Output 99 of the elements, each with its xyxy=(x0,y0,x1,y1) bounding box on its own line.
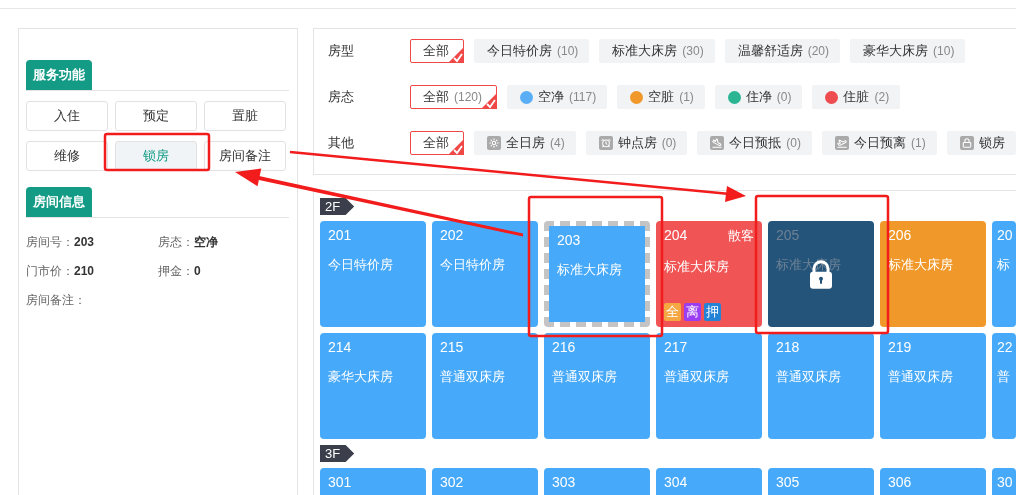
check-icon xyxy=(448,47,464,63)
room-number: 214 xyxy=(328,339,352,355)
room-type: 普通双床房 xyxy=(440,368,506,386)
room-card[interactable]: 302 xyxy=(432,468,538,495)
room-card[interactable]: 22 普 xyxy=(992,333,1016,439)
room-card[interactable]: 201 今日特价房 xyxy=(320,221,426,327)
sun-icon xyxy=(487,136,501,150)
filter-chip[interactable]: 全部 (120) xyxy=(410,85,497,109)
filter-label: 房型 xyxy=(328,42,355,60)
room-card[interactable]: 217 普通双床房 xyxy=(656,333,762,439)
room-number: 303 xyxy=(552,474,576,490)
room-number: 22 xyxy=(997,339,1013,355)
room-number: 216 xyxy=(552,339,576,355)
filter-label: 其他 xyxy=(328,134,355,152)
room-number: 217 xyxy=(664,339,688,355)
room-card[interactable]: 214 豪华大床房 xyxy=(320,333,426,439)
service-button[interactable]: 入住 xyxy=(26,101,108,131)
filter-chip[interactable]: 今日预离 (1) xyxy=(822,131,937,155)
lock-icon xyxy=(959,136,974,150)
filter-chip[interactable]: 空净 (117) xyxy=(507,85,608,109)
room-type: 普 xyxy=(997,368,1011,386)
room-number: 218 xyxy=(776,339,800,355)
filter-chip[interactable]: 今日预抵 (0) xyxy=(697,131,812,155)
service-button[interactable]: 置脏 xyxy=(204,101,286,131)
room-card[interactable]: 303 xyxy=(544,468,650,495)
room-card[interactable]: 216 普通双床房 xyxy=(544,333,650,439)
room-badge: 离 xyxy=(684,303,701,321)
room-card[interactable]: 218 普通双床房 xyxy=(768,333,874,439)
service-button[interactable]: 锁房 xyxy=(115,141,197,171)
filter-chip[interactable]: 豪华大床房 (10) xyxy=(850,39,966,63)
room-badge: 押 xyxy=(704,303,721,321)
room-type: 今日特价房 xyxy=(328,256,394,274)
room-type: 普通双床房 xyxy=(888,368,954,386)
service-button[interactable]: 房间备注 xyxy=(204,141,286,171)
filter-chip[interactable]: 锁房 xyxy=(946,131,1016,155)
room-number: 30 xyxy=(997,474,1013,490)
room-card[interactable]: 215 普通双床房 xyxy=(432,333,538,439)
check-icon xyxy=(448,139,464,155)
room-number: 304 xyxy=(664,474,688,490)
room-number: 204 xyxy=(664,227,688,245)
room-number: 203 xyxy=(557,232,581,248)
room-card[interactable]: 219 普通双床房 xyxy=(880,333,986,439)
section-title: 服务功能 xyxy=(26,60,92,90)
service-button[interactable]: 预定 xyxy=(115,101,197,131)
info-field: 房间号：203 xyxy=(26,234,158,251)
room-card[interactable]: 202 今日特价房 xyxy=(432,221,538,327)
filter-chip[interactable]: 标准大床房 (30) xyxy=(599,39,715,63)
filter-chip[interactable]: 温馨舒适房 (20) xyxy=(724,39,841,63)
room-number: 301 xyxy=(328,474,352,490)
filter-chip[interactable]: 今日特价房 (10) xyxy=(474,39,590,63)
room-type: 普通双床房 xyxy=(552,368,618,386)
filter-label: 房态 xyxy=(328,88,355,106)
room-type: 标准大床房 xyxy=(664,258,730,276)
filter-chip[interactable]: 全部 xyxy=(410,39,464,63)
filter-chip[interactable]: 全日房 (4) xyxy=(474,131,576,155)
room-number: 306 xyxy=(888,474,912,490)
filter-chip[interactable]: 住净 (0) xyxy=(714,85,803,109)
room-type: 标准大床房 xyxy=(557,261,623,279)
room-badge: 全 xyxy=(664,303,681,321)
guest-type: 散客 xyxy=(728,227,754,245)
room-type: 标 xyxy=(997,256,1011,274)
room-number: 219 xyxy=(888,339,912,355)
info-field: 押金：0 xyxy=(158,263,289,280)
room-number: 20 xyxy=(997,227,1013,243)
floor-tag: 2F xyxy=(320,198,355,215)
room-number: 215 xyxy=(440,339,464,355)
room-type: 今日特价房 xyxy=(440,256,506,274)
filter-chip[interactable]: 钟点房 (0) xyxy=(585,131,688,155)
room-card[interactable]: 301 xyxy=(320,468,426,495)
room-number: 202 xyxy=(440,227,464,243)
room-number: 302 xyxy=(440,474,464,490)
plane-landing-icon xyxy=(710,136,725,150)
room-card[interactable]: 304 xyxy=(656,468,762,495)
room-type: 豪华大床房 xyxy=(328,368,394,386)
room-card[interactable]: 203 标准大床房 xyxy=(544,221,650,327)
plane-takeoff-icon xyxy=(835,136,849,150)
info-field: 门市价：210 xyxy=(26,263,158,280)
room-type: 标准大床房 xyxy=(888,256,954,274)
room-number: 305 xyxy=(776,474,800,490)
room-card[interactable]: 305 xyxy=(768,468,874,495)
room-type: 普通双床房 xyxy=(776,368,842,386)
floor-tag: 3F xyxy=(320,445,355,462)
filter-chip[interactable]: 住脏 (2) xyxy=(812,85,901,109)
filter-chip[interactable]: 全部 xyxy=(410,131,464,155)
check-icon xyxy=(481,93,497,109)
info-field: 房间备注： xyxy=(26,292,158,309)
alarm-clock-icon xyxy=(598,136,613,150)
room-card[interactable]: 204 散客 标准大床房 全 离 押 xyxy=(656,221,762,327)
info-field: 房态：空净 xyxy=(158,234,289,251)
room-card[interactable]: 20 标 xyxy=(992,221,1016,327)
room-card[interactable]: 30 xyxy=(992,468,1016,495)
room-type: 普通双床房 xyxy=(664,368,730,386)
filter-chip[interactable]: 空脏 (1) xyxy=(617,85,705,109)
room-card[interactable]: 306 xyxy=(880,468,986,495)
room-number: 205 xyxy=(776,227,800,243)
room-number: 201 xyxy=(328,227,352,243)
section-title: 房间信息 xyxy=(26,187,92,217)
service-button[interactable]: 维修 xyxy=(26,141,108,171)
room-number: 206 xyxy=(888,227,912,243)
